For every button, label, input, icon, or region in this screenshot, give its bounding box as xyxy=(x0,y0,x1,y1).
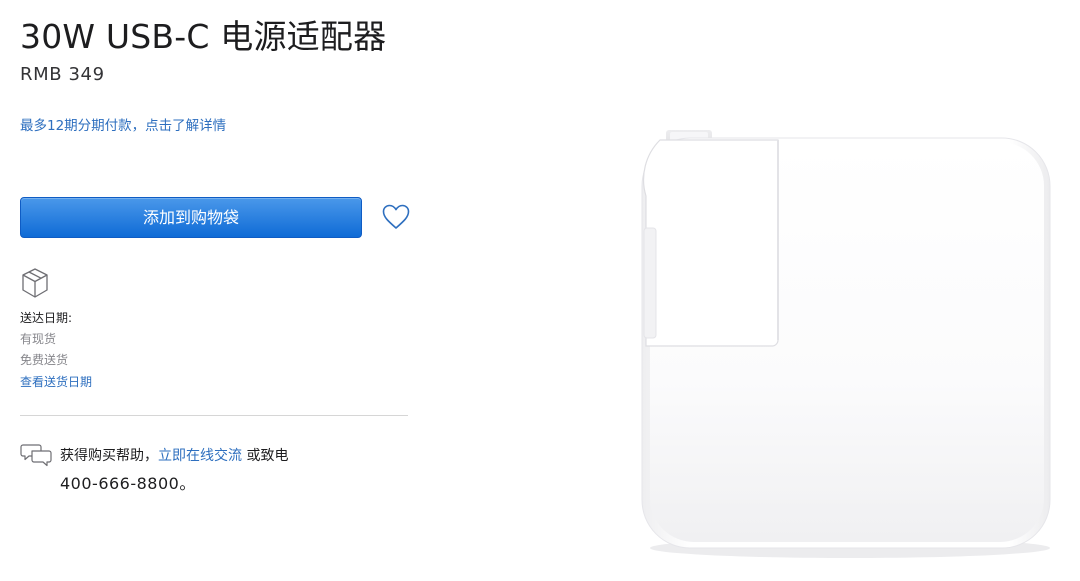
check-delivery-date-link[interactable]: 查看送货日期 xyxy=(20,373,92,390)
product-image xyxy=(600,110,1070,570)
live-chat-link[interactable]: 立即在线交流 xyxy=(158,448,242,464)
add-to-bag-button[interactable]: 添加到购物袋 xyxy=(20,197,362,238)
shipping-info: 免费送货 xyxy=(20,353,69,367)
divider xyxy=(20,415,408,416)
product-page: 30W USB-C 电源适配器 RMB 349 最多12期分期付款，点击了解详情… xyxy=(0,0,1080,581)
stock-status: 有现货 xyxy=(20,332,57,346)
installment-link[interactable]: 最多12期分期付款，点击了解详情 xyxy=(20,114,226,134)
help-suffix: 或致电 xyxy=(242,448,289,464)
help-phone-number: 400-666-8800。 xyxy=(60,474,196,493)
box-icon xyxy=(20,267,50,299)
heart-icon[interactable] xyxy=(382,204,410,230)
product-price: RMB 349 xyxy=(20,64,105,85)
chat-bubbles-icon xyxy=(20,442,52,468)
help-prefix: 获得购买帮助， xyxy=(60,448,158,464)
delivery-date-label: 送达日期: xyxy=(20,311,73,325)
product-title: 30W USB-C 电源适配器 xyxy=(20,17,387,56)
help-text: 获得购买帮助，立即在线交流 或致电 xyxy=(60,445,288,465)
